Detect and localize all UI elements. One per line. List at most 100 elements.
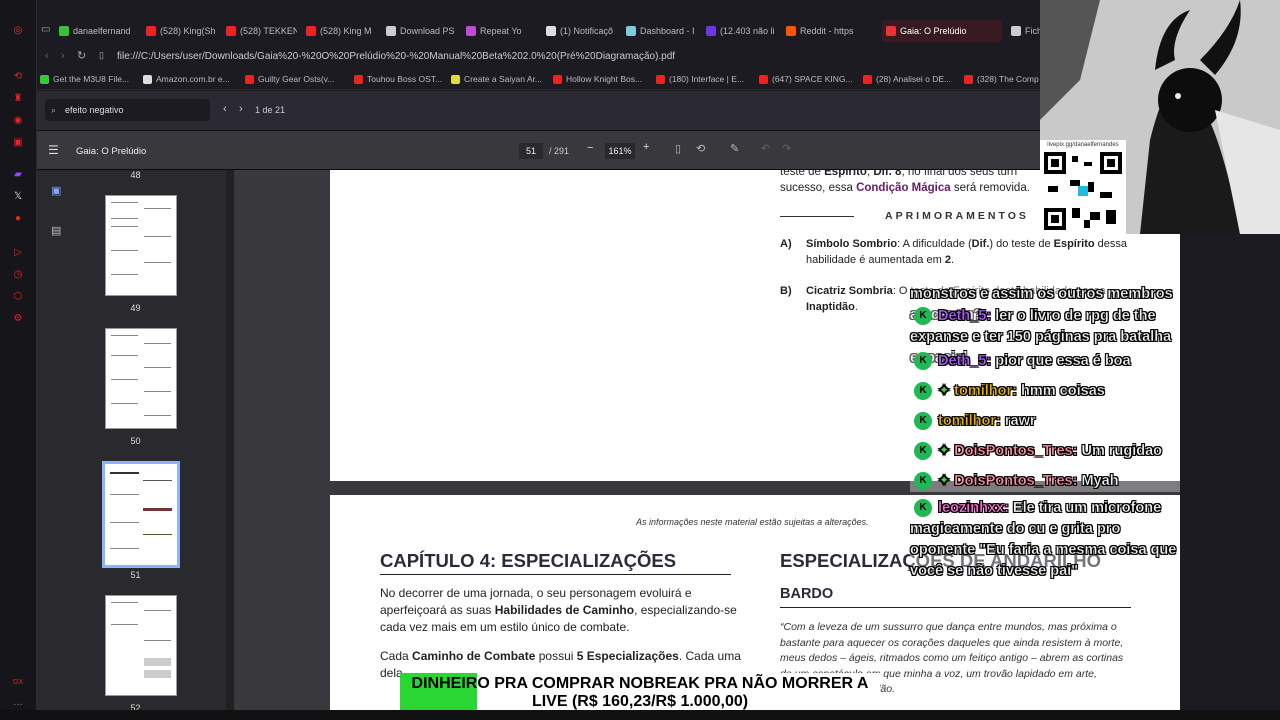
back-icon[interactable]: ‹ <box>45 50 49 62</box>
bookmark-favicon-icon <box>40 75 49 84</box>
forward-icon[interactable]: › <box>61 50 65 62</box>
url-text[interactable]: file:///C:/Users/user/Downloads/Gaia%20-… <box>117 51 675 62</box>
zoom-out-icon[interactable]: − <box>587 142 593 154</box>
chat-message: Ktomilhor: rawr <box>910 411 1180 432</box>
star-badge-icon: ✦ <box>938 443 951 459</box>
qr-url: livepix.gg/danaelfernandes <box>1047 142 1119 148</box>
find-prev-icon[interactable]: ‹ <box>223 103 227 115</box>
sidebar-app-icon[interactable]: ● <box>11 212 25 226</box>
opera-logo-icon[interactable]: ◎ <box>11 24 25 38</box>
page-total: / 291 <box>549 146 570 156</box>
bookmark-item[interactable]: Guilty Gear Osts(v... <box>245 74 334 84</box>
page-thumbnail-52[interactable] <box>105 595 177 696</box>
chat-text: hmm coisas <box>1016 383 1105 399</box>
sidebar-app-icon[interactable]: ⟲ <box>11 70 25 84</box>
chat-badge-icon: K <box>914 307 932 326</box>
zoom-level[interactable]: 161% <box>605 143 635 159</box>
tab[interactable]: Download PS <box>382 20 457 42</box>
bookmark-item[interactable]: Hollow Knight Bos... <box>553 74 642 84</box>
bookmark-item[interactable]: (28) Analisei o DE... <box>863 74 951 84</box>
donation-text: DINHEIRO PRA COMPRAR NOBREAK PRA NÃO MOR… <box>411 675 869 710</box>
bookmark-item[interactable]: Get the M3U8 File... <box>40 74 129 84</box>
tab-label: (1) Notificaçõ <box>560 26 614 36</box>
chat-badge-icon: K <box>914 352 932 371</box>
bookmark-item[interactable]: Amazon.com.br e... <box>143 74 230 84</box>
redo-icon[interactable]: ↷ <box>782 142 791 155</box>
undo-icon[interactable]: ↶ <box>761 142 770 155</box>
star-badge-icon: ✦ <box>938 383 951 399</box>
tab-favicon-icon <box>386 26 396 36</box>
more-icon[interactable]: … <box>11 696 25 710</box>
sidebar-app-icon[interactable]: ⬡ <box>11 290 25 304</box>
bookmark-favicon-icon <box>451 75 460 84</box>
bookmark-label: Guilty Gear Osts(v... <box>258 74 335 84</box>
gx-icon[interactable]: GX <box>11 676 25 690</box>
chat-username: Deth_5: <box>938 308 992 324</box>
find-input[interactable]: ⌕ efeito negativo <box>45 99 210 121</box>
thumbnail-view-icon[interactable]: ▣ <box>51 184 61 197</box>
bookmark-favicon-icon <box>245 75 254 84</box>
sidebar-app-icon[interactable]: ◉ <box>11 114 25 128</box>
tab-label: Repeat Yo <box>480 26 522 36</box>
fit-page-icon[interactable]: ▯ <box>675 142 681 155</box>
tab[interactable]: (528) King M <box>302 20 377 42</box>
bookmarks-bar: Get the M3U8 File... Amazon.com.br e... Gu… <box>37 70 1040 90</box>
chat-message: K Deth_5: pior que essa é boa <box>910 351 1180 372</box>
twitch-icon[interactable]: ▰ <box>11 168 25 182</box>
chat-badge-icon: K <box>914 442 932 461</box>
bookmark-favicon-icon <box>143 75 152 84</box>
donation-goal-bar: DINHEIRO PRA COMPRAR NOBREAK PRA NÃO MOR… <box>400 673 880 713</box>
bookmark-item[interactable]: (180) Interface | E... <box>656 74 744 84</box>
tab[interactable]: (528) King(Sh <box>142 20 217 42</box>
outline-view-icon[interactable]: ▤ <box>51 224 61 237</box>
tab-favicon-icon <box>546 26 556 36</box>
tab-label: Reddit - https <box>800 26 854 36</box>
tab-label: Download PS <box>400 26 455 36</box>
sidebar-app-icon[interactable]: ▣ <box>11 136 25 150</box>
sidebar-app-icon[interactable]: ▷ <box>11 246 25 260</box>
bookmark-item[interactable]: Touhou Boss OST... <box>354 74 442 84</box>
tab[interactable]: Reddit - https <box>782 20 857 42</box>
sidebar-app-icon[interactable]: ♜ <box>11 92 25 106</box>
bookmark-item[interactable]: Create a Saiyan Ar... <box>451 74 542 84</box>
find-bar: ⌕ efeito negativo ‹ › 1 de 21 <box>37 91 1040 131</box>
bookmark-item[interactable]: (328) The Comp <box>964 74 1039 84</box>
tab[interactable]: (12.403 não li <box>702 20 777 42</box>
tab-label: Gaia: O Prelúdio <box>900 26 967 36</box>
tab-label: (528) King M <box>320 26 372 36</box>
search-icon: ⌕ <box>51 105 57 115</box>
zoom-in-icon[interactable]: + <box>643 141 649 153</box>
pdf-toolbar: ☰ Gaia: O Prelúdio 51 / 291 − 161% + ▯ ⟲… <box>37 131 1040 170</box>
bookmark-label: Hollow Knight Bos... <box>566 74 643 84</box>
chat-username: DoisPontos_Tres: <box>954 473 1078 489</box>
x-icon[interactable]: 𝕏 <box>11 190 25 204</box>
gear-icon[interactable]: ⚙ <box>11 312 25 326</box>
menu-icon[interactable]: ☰ <box>48 143 59 157</box>
page-thumbnail-51[interactable] <box>102 461 180 568</box>
bardo-heading: BARDO <box>780 586 834 602</box>
tab[interactable]: (528) TEKKEN <box>222 20 297 42</box>
page-number-input[interactable]: 51 <box>519 143 543 159</box>
page-thumbnail-49[interactable] <box>105 195 177 296</box>
tab-label: Dashboard - I <box>640 26 695 36</box>
annotate-icon[interactable]: ✎ <box>730 142 739 155</box>
find-next-icon[interactable]: › <box>239 103 243 115</box>
chat-username: leozinhxx: <box>938 500 1009 516</box>
tab[interactable]: Gaia: O Prelúdio <box>882 20 1002 42</box>
workspaces-icon[interactable]: ▭ <box>41 24 50 35</box>
reload-icon[interactable]: ↻ <box>77 49 86 62</box>
tab[interactable]: (1) Notificaçõ <box>542 20 617 42</box>
clock-icon[interactable]: ◷ <box>11 268 25 282</box>
rotate-icon[interactable]: ⟲ <box>696 142 705 155</box>
chapter-title: CAPÍTULO 4: ESPECIALIZAÇÕES <box>380 550 677 571</box>
tab[interactable]: Repeat Yo <box>462 20 537 42</box>
chat-text: Myah <box>1077 473 1119 489</box>
thumb-label: 49 <box>130 303 141 313</box>
bookmark-item[interactable]: (647) SPACE KING... <box>759 74 853 84</box>
thumbnail-scrollbar[interactable] <box>226 170 234 710</box>
page-thumbnail-50[interactable] <box>105 328 177 429</box>
tab[interactable]: Dashboard - I <box>622 20 697 42</box>
thumbnail-panel: ▣ ▤ 48 49 50 51 52 <box>37 170 234 713</box>
chat-message: K ✦ DoisPontos_Tres: Myah <box>910 471 1180 492</box>
tab[interactable]: danaelfernand <box>55 20 135 42</box>
